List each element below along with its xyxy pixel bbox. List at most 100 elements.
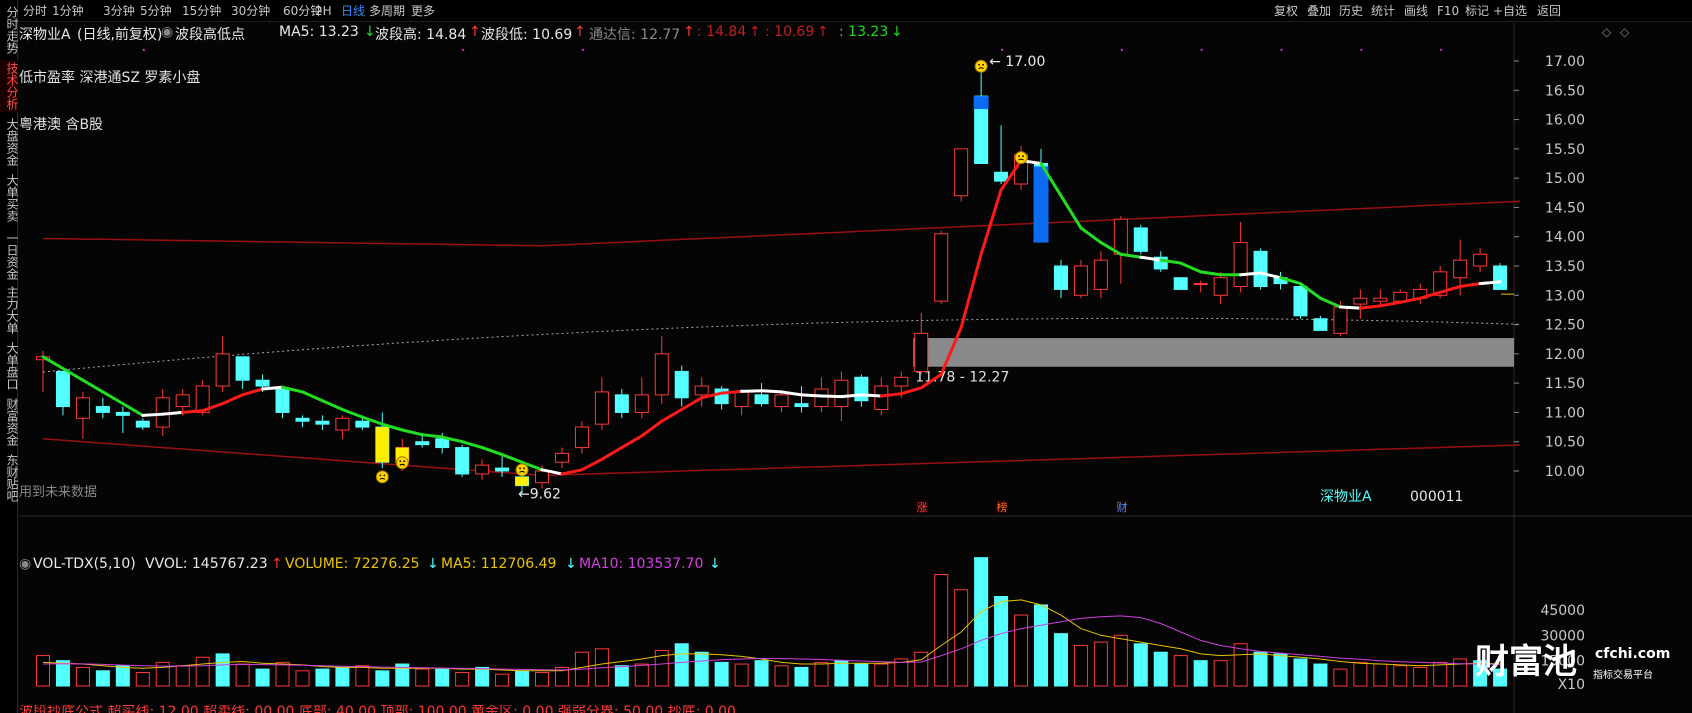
period-tab-9[interactable]: 多周期: [369, 4, 405, 18]
candle-body[interactable]: [574, 426, 589, 449]
chart-expand-icon[interactable]: ◇: [1602, 25, 1611, 39]
toolbar-button-0[interactable]: 复权: [1274, 4, 1298, 18]
candle-body[interactable]: [834, 379, 849, 408]
kline-chart[interactable]: 17.00 16.50 16.00 15.50 15.00 14.50 14.00 13.50…: [19, 23, 1692, 713]
side-tab-8[interactable]: 东财贴吧: [0, 452, 19, 504]
toolbar-button-1[interactable]: 叠加: [1307, 4, 1331, 18]
candle-body[interactable]: [554, 452, 569, 463]
candle-body[interactable]: [435, 438, 450, 449]
candle-body[interactable]: [694, 385, 709, 396]
candle-body[interactable]: [814, 388, 829, 408]
stock-name[interactable]: 深物业A: [19, 24, 71, 44]
candle-body[interactable]: [934, 233, 949, 302]
side-tab-2[interactable]: 大盘资金: [0, 116, 19, 168]
candle-body[interactable]: [255, 379, 270, 387]
candle-body[interactable]: [1053, 265, 1068, 290]
candle-body[interactable]: [874, 385, 889, 411]
candle-body[interactable]: [1213, 277, 1228, 296]
candle-body[interactable]: [1393, 291, 1408, 302]
candle-body[interactable]: [914, 332, 929, 372]
toolbar-button-5[interactable]: F10: [1437, 4, 1459, 18]
candle-body[interactable]: [734, 391, 749, 408]
candle-body[interactable]: [1493, 265, 1508, 290]
period-tab-10[interactable]: 更多: [411, 4, 435, 18]
candle-body[interactable]: [774, 394, 789, 408]
volume-toggle-icon[interactable]: ◉: [19, 556, 31, 572]
toolbar-button-7[interactable]: +自选: [1493, 4, 1527, 18]
candle-body[interactable]: [295, 417, 310, 422]
candle-body[interactable]: [1333, 306, 1348, 334]
chart-toggle-icon[interactable]: ◇: [1620, 25, 1629, 39]
side-tab-5[interactable]: 主力大单: [0, 284, 19, 336]
candle-body[interactable]: [654, 353, 669, 396]
side-tab-3[interactable]: 大单买卖: [0, 172, 19, 224]
period-tab-7[interactable]: 2H: [315, 4, 332, 18]
candle-body[interactable]: [55, 370, 70, 408]
candle-body[interactable]: [1373, 297, 1388, 302]
candle-body[interactable]: [894, 376, 909, 387]
candle-body[interactable]: [1233, 242, 1248, 287]
candle-body[interactable]: [594, 391, 609, 425]
candle-body[interactable]: [95, 406, 110, 413]
toolbar-button-2[interactable]: 历史: [1339, 4, 1363, 18]
volume-indicator-name[interactable]: VOL-TDX(5,10): [33, 556, 136, 572]
volume-bar: [834, 660, 849, 687]
toolbar-button-3[interactable]: 统计: [1371, 4, 1395, 18]
candle-body[interactable]: [634, 394, 649, 413]
candle-body[interactable]: [235, 356, 250, 381]
period-tab-4[interactable]: 15分钟: [182, 4, 221, 18]
candle-body[interactable]: [1473, 253, 1488, 267]
candle-body[interactable]: [614, 394, 629, 413]
candle-body[interactable]: [275, 388, 290, 413]
candle-body[interactable]: [674, 370, 689, 399]
candle-body[interactable]: [754, 394, 769, 405]
candle-body[interactable]: [1293, 286, 1308, 317]
candle-body[interactable]: [495, 467, 510, 472]
candle-body[interactable]: [1253, 250, 1268, 288]
candle-body[interactable]: [1353, 297, 1368, 305]
toolbar-button-6[interactable]: 标记: [1465, 4, 1489, 18]
candle-body[interactable]: [215, 353, 230, 387]
candle-body[interactable]: [954, 148, 969, 197]
side-tab-7[interactable]: 财富资金: [0, 396, 19, 448]
toolbar-button-4[interactable]: 画线: [1404, 4, 1428, 18]
period-tab-5[interactable]: 30分钟: [231, 4, 270, 18]
period-tab-3[interactable]: 5分钟: [140, 4, 172, 18]
candle-body[interactable]: [475, 464, 490, 475]
candle-body[interactable]: [175, 394, 190, 408]
side-tab-6[interactable]: 大单盘口: [0, 340, 19, 392]
period-tab-1[interactable]: 1分钟: [52, 4, 84, 18]
candle-body[interactable]: [854, 376, 869, 402]
period-tab-2[interactable]: 3分钟: [103, 4, 135, 18]
candle-body[interactable]: [115, 411, 130, 416]
candle-body[interactable]: [535, 470, 549, 484]
candle-body[interactable]: [135, 420, 150, 428]
side-tab-0[interactable]: 分时走势: [0, 4, 19, 56]
indicator-name[interactable]: 波段高低点: [175, 24, 245, 44]
candle-body[interactable]: [1173, 277, 1188, 290]
toolbar-button-8[interactable]: 返回: [1537, 4, 1561, 18]
candle-body[interactable]: [1133, 227, 1148, 252]
candle-body[interactable]: [994, 171, 1009, 182]
volume-bar: [1093, 641, 1108, 687]
period-tab-8[interactable]: 日线: [341, 4, 365, 18]
candle-body[interactable]: [1073, 265, 1088, 296]
candle-body[interactable]: [315, 420, 330, 425]
candle-body[interactable]: [1093, 259, 1108, 290]
candle-body[interactable]: [355, 420, 370, 428]
indicator-toggle-icon[interactable]: ◉: [161, 24, 173, 40]
candle-body[interactable]: [794, 403, 809, 408]
side-tab-4[interactable]: 一日资金: [0, 230, 19, 282]
candle-body[interactable]: [1113, 218, 1128, 255]
candle-body[interactable]: [455, 447, 470, 475]
candle-body[interactable]: [335, 417, 350, 431]
candle-body[interactable]: [415, 441, 430, 446]
candle-body[interactable]: [75, 397, 90, 419]
volume-bar: [674, 643, 689, 687]
candle-body[interactable]: [1193, 283, 1208, 286]
ma5-segment: [101, 390, 125, 406]
candle-body[interactable]: [1313, 318, 1328, 331]
candle-body[interactable]: [1453, 259, 1468, 279]
side-tab-1[interactable]: 技术分析: [0, 60, 19, 112]
period-tab-0[interactable]: 分时: [23, 4, 47, 18]
